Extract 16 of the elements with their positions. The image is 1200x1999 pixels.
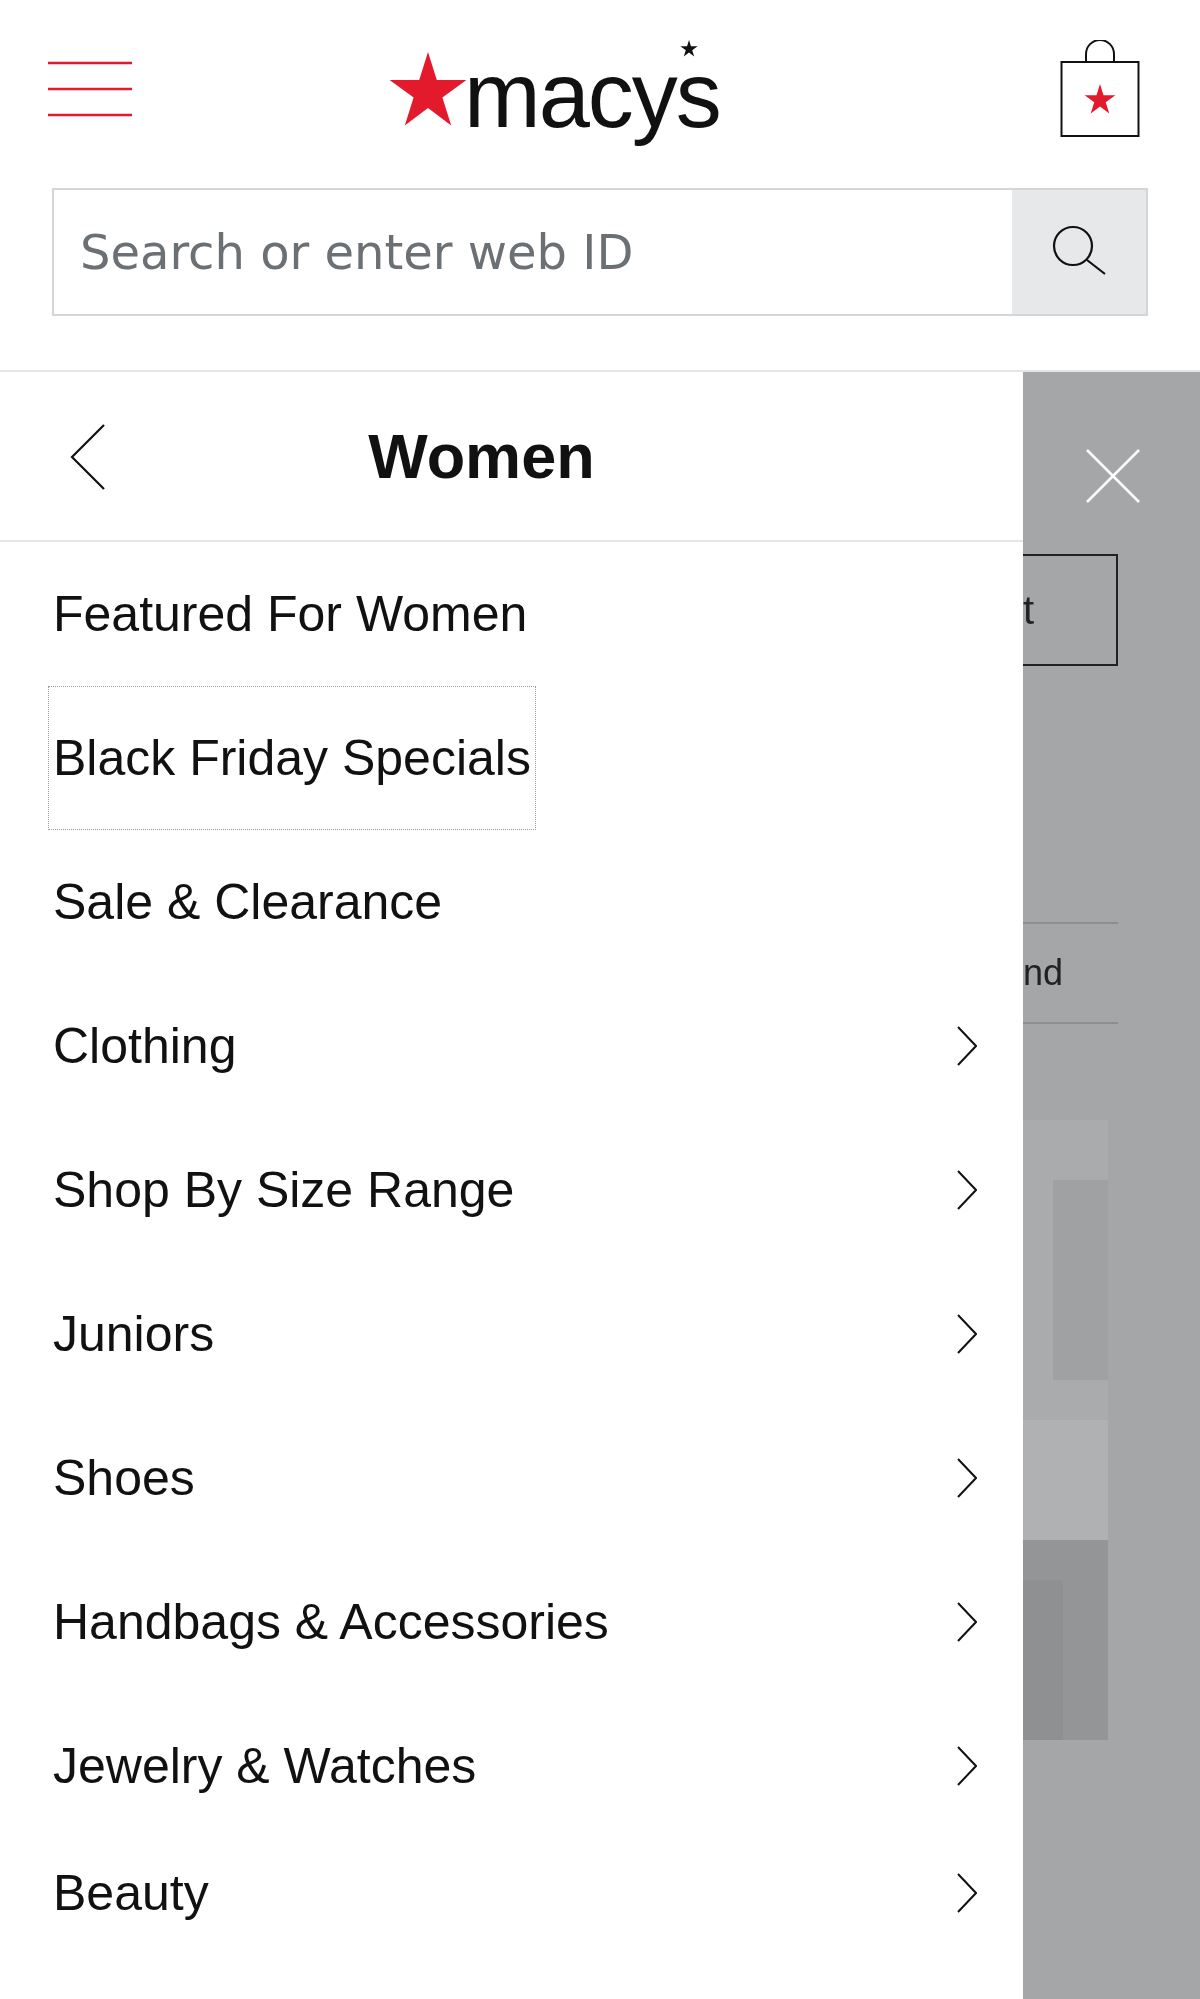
menu-item[interactable]: Featured For Women — [48, 542, 533, 686]
menu-item[interactable]: Sale & Clearance — [48, 830, 448, 974]
menu-item[interactable]: Shoes — [48, 1406, 200, 1550]
menu-item[interactable]: Handbags & Accessories — [48, 1550, 614, 1694]
logo[interactable]: macys — [464, 40, 720, 150]
back-icon[interactable] — [70, 424, 106, 490]
page-text: nd — [1023, 952, 1064, 994]
star-icon — [388, 52, 468, 128]
menu-item[interactable]: Black Friday Specials — [48, 686, 536, 830]
shopping-bag-icon[interactable] — [1060, 40, 1140, 138]
drawer-title: Women — [368, 420, 595, 492]
menu-item[interactable]: Shop By Size Range — [48, 1118, 520, 1262]
star-icon — [679, 40, 698, 57]
menu-item[interactable]: Juniors — [48, 1262, 220, 1406]
menu-item[interactable]: Clothing — [48, 974, 242, 1118]
menu-icon[interactable] — [48, 61, 132, 117]
